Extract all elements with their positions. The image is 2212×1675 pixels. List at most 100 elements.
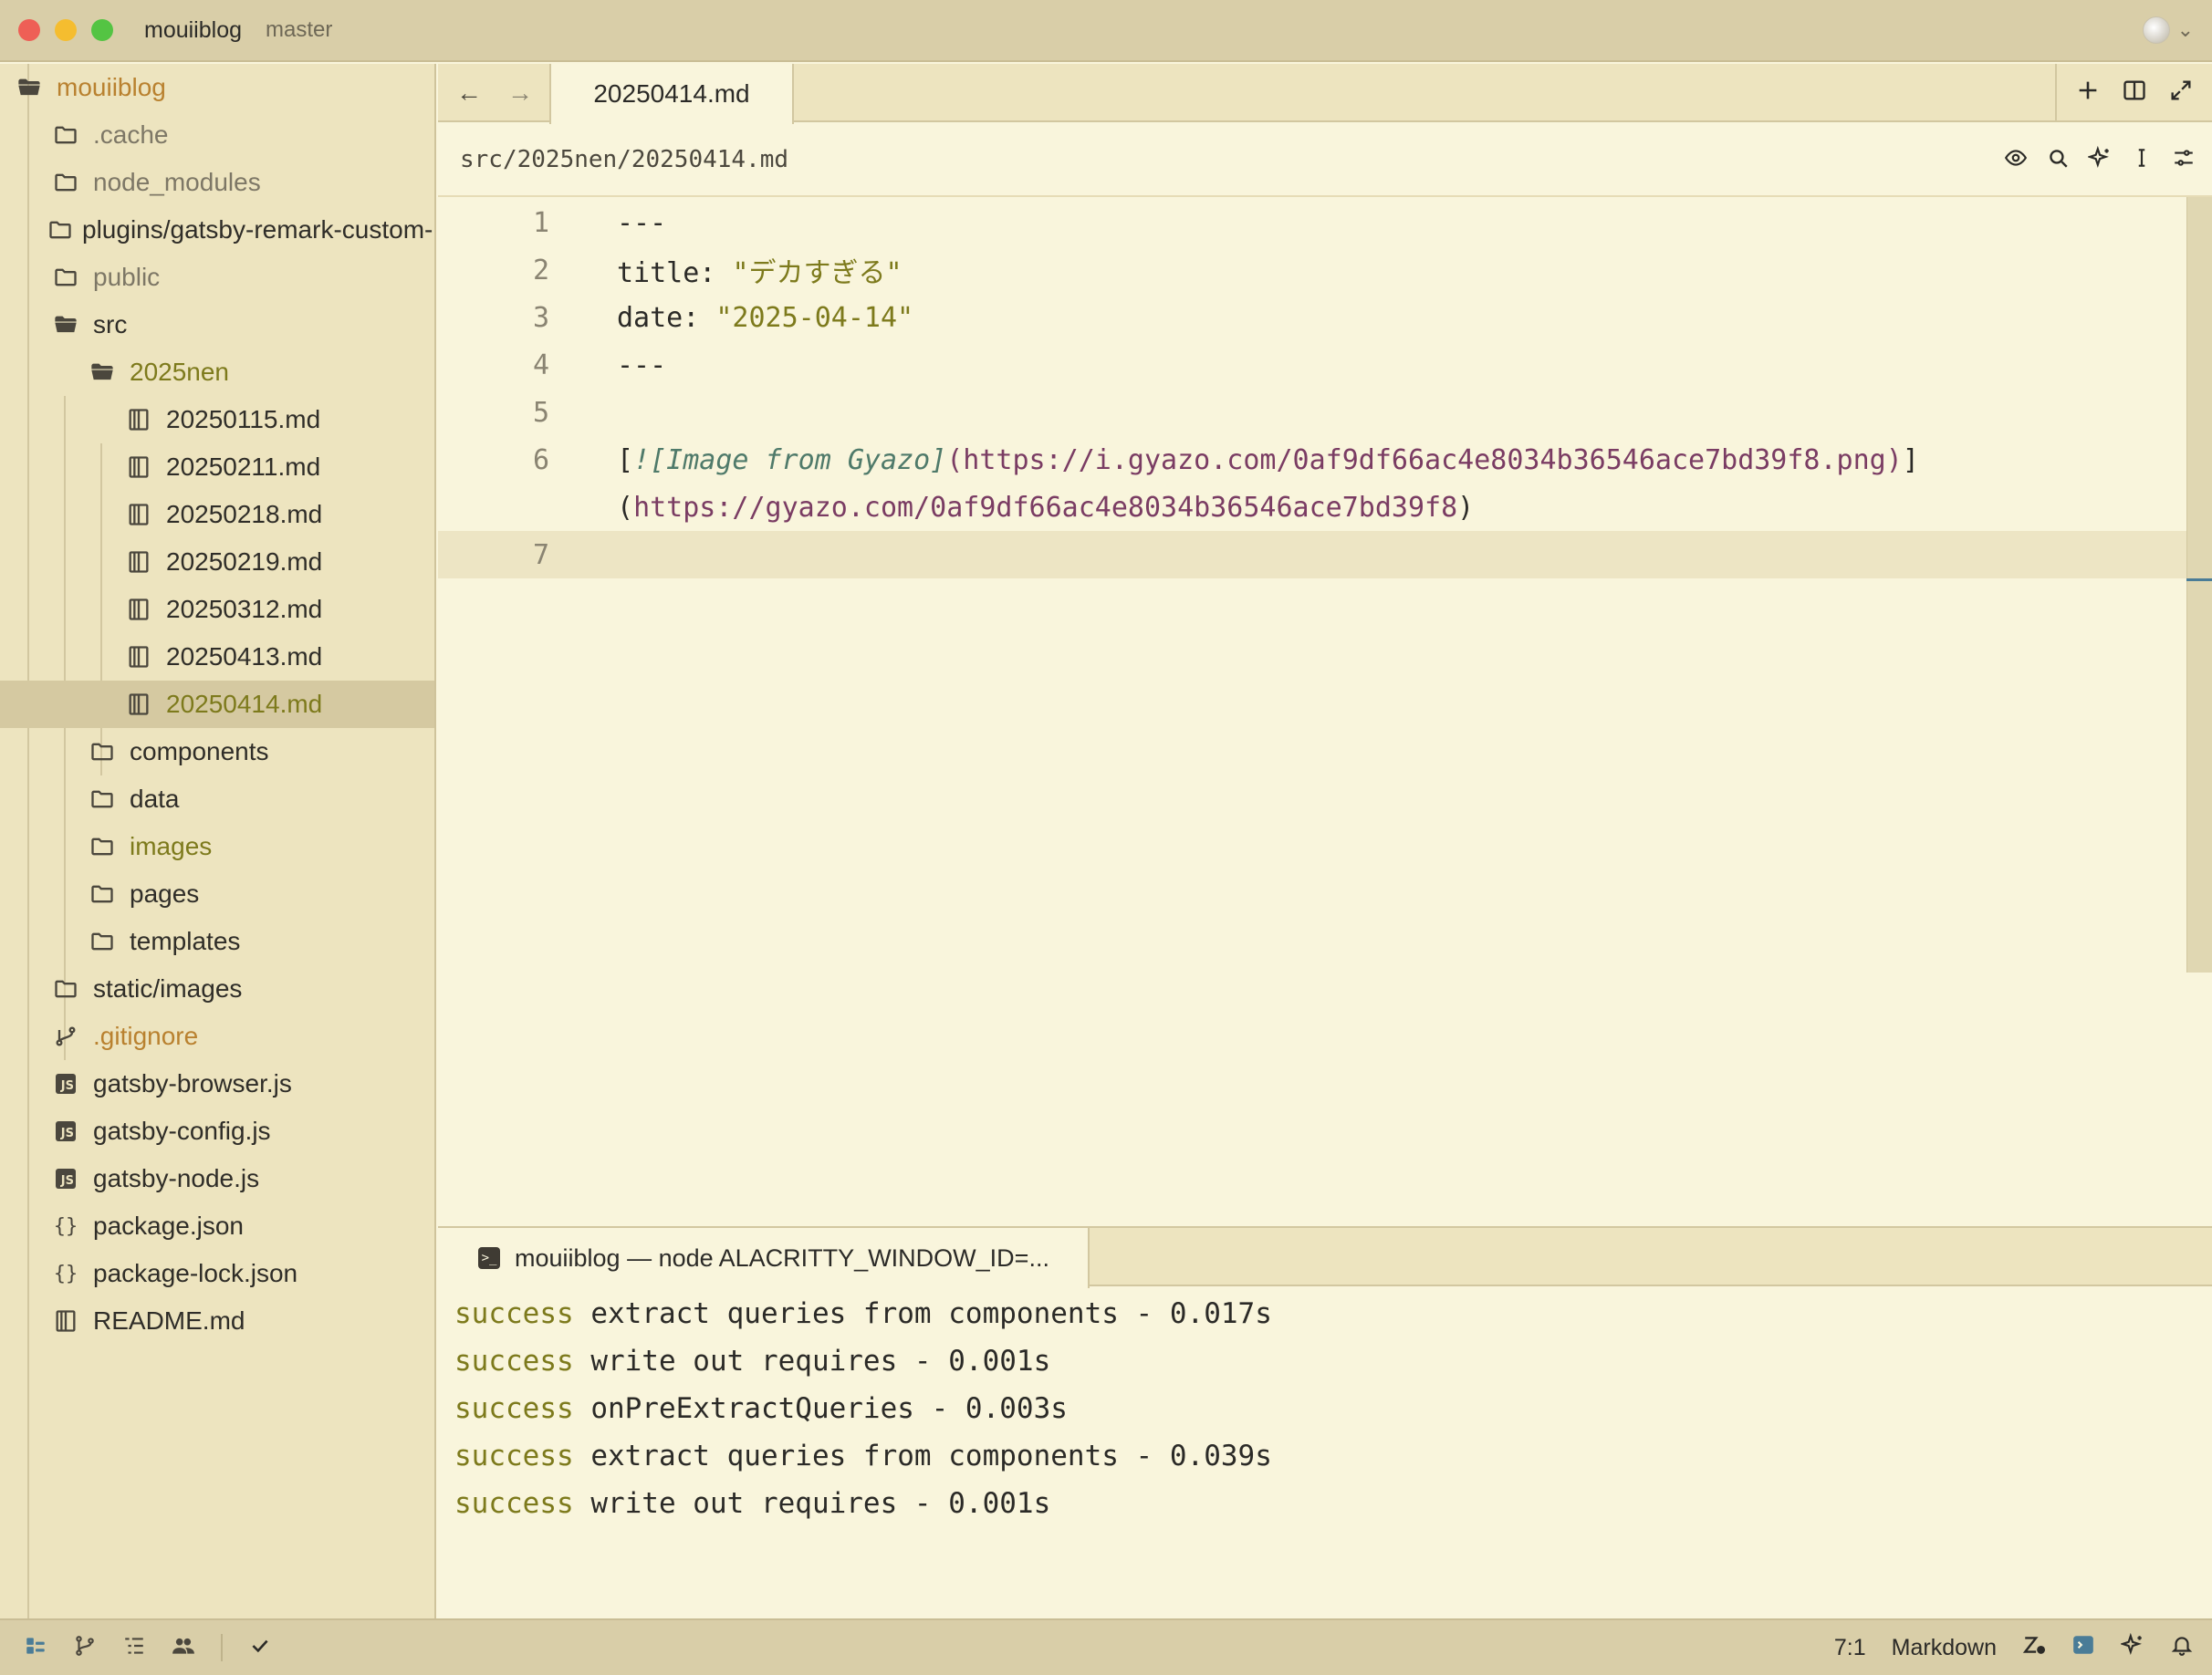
terminal-status: success — [454, 1440, 574, 1472]
status-bar: 7:1 Markdown — [0, 1618, 2212, 1675]
terminal-line: success write out requires - 0.001s — [454, 1337, 1272, 1385]
expand-icon[interactable] — [2168, 78, 2194, 109]
folder-icon — [47, 265, 84, 290]
terminal-text: onPreExtractQueries - 0.003s — [573, 1392, 1068, 1425]
language-mode[interactable]: Markdown — [1892, 1635, 1997, 1661]
tree-item[interactable]: data — [0, 775, 434, 823]
zed-predict-icon[interactable] — [2022, 1633, 2046, 1663]
branch-name[interactable]: master — [266, 17, 332, 43]
editor-pane: ← → 20250414.md src/2025nen/20250414.md — [438, 64, 2212, 1226]
tree-item[interactable]: public — [0, 254, 434, 301]
tree-item-label: gatsby-browser.js — [93, 1069, 292, 1098]
tree-item-label: 2025nen — [130, 358, 230, 386]
terminal-text: write out requires - 0.001s — [573, 1487, 1051, 1520]
tree-item-label: pages — [130, 879, 200, 908]
tree-item[interactable]: .cache — [0, 111, 434, 159]
tree-item[interactable]: 20250413.md — [0, 633, 434, 681]
project-panel-icon[interactable] — [24, 1634, 47, 1662]
eye-icon[interactable] — [2004, 146, 2028, 174]
plus-icon[interactable] — [2075, 78, 2101, 109]
text-cursor-icon[interactable] — [2130, 146, 2154, 174]
code-area[interactable]: 1 --- 2 title: "デカすぎる" 3 date: "2025-04-14" 4 -… — [438, 199, 2186, 1226]
line-number: 5 — [532, 396, 549, 429]
tree-item[interactable]: 2025nen — [0, 349, 434, 396]
code-line[interactable]: 2 title: "デカすぎる" — [438, 246, 2186, 294]
tab-20250414-md[interactable]: 20250414.md — [549, 64, 794, 124]
folder-icon — [47, 976, 84, 1002]
folder-icon — [84, 739, 120, 765]
split-pane-icon[interactable] — [2122, 78, 2147, 109]
line-text: date: "2025-04-14" — [617, 302, 913, 334]
code-line[interactable]: 7 — [438, 531, 2186, 578]
sliders-icon[interactable] — [2172, 146, 2196, 174]
terminal-line: success extract queries from components … — [454, 1290, 1272, 1337]
folder-icon — [47, 122, 84, 148]
tree-item[interactable]: components — [0, 728, 434, 775]
tree-item-label: static/images — [93, 974, 243, 1003]
cursor-position[interactable]: 7:1 — [1834, 1635, 1866, 1661]
tree-item[interactable]: images — [0, 823, 434, 870]
tree-item-label: README.md — [93, 1306, 245, 1335]
search-icon[interactable] — [2046, 146, 2070, 174]
back-arrow-icon[interactable]: ← — [456, 78, 482, 108]
project-panel: mouiiblog .cache node_modules plugins/gats… — [0, 64, 436, 1618]
code-line[interactable]: 4 --- — [438, 341, 2186, 389]
folder-open-icon — [47, 312, 84, 338]
tree-item[interactable]: plugins/gatsby-remark-custom-image — [0, 206, 434, 254]
sparkle-icon[interactable] — [2086, 145, 2112, 174]
check-icon[interactable] — [248, 1634, 272, 1662]
code-line[interactable]: 6 [![Image from Gyazo](https://i.gyazo.co… — [438, 436, 2186, 484]
git-branch-icon[interactable] — [73, 1634, 97, 1662]
tree-item[interactable]: static/images — [0, 965, 434, 1013]
code-line[interactable]: 3 date: "2025-04-14" — [438, 294, 2186, 341]
tree-item-label: 20250115.md — [166, 405, 321, 433]
tree-item[interactable]: 20250211.md — [0, 443, 434, 491]
bell-icon[interactable] — [2170, 1633, 2194, 1663]
project-name[interactable]: mouiiblog — [144, 17, 242, 44]
chevron-down-icon: ⌄ — [2176, 18, 2194, 41]
tree-item-label: 20250414.md — [166, 690, 323, 718]
tree-item[interactable]: README.md — [0, 1297, 434, 1345]
minimize-window-button[interactable] — [55, 19, 77, 41]
tree-root[interactable]: mouiiblog — [0, 64, 434, 111]
code-line[interactable]: 1 --- — [438, 199, 2186, 246]
tree-item[interactable]: .gitignore — [0, 1013, 434, 1060]
tree-item[interactable]: 20250115.md — [0, 396, 434, 443]
tree-item[interactable]: {} package.json — [0, 1202, 434, 1250]
tree-item[interactable]: {} package-lock.json — [0, 1250, 434, 1297]
tree-item[interactable]: 20250219.md — [0, 538, 434, 586]
close-window-button[interactable] — [18, 19, 40, 41]
line-number: 4 — [532, 349, 549, 381]
json-icon: {} — [53, 1214, 78, 1238]
tree-item[interactable]: JS gatsby-config.js — [0, 1108, 434, 1155]
tree-item[interactable]: JS gatsby-browser.js — [0, 1060, 434, 1108]
book-icon — [120, 407, 157, 432]
maximize-window-button[interactable] — [91, 19, 113, 41]
tree-item[interactable]: 20250312.md — [0, 586, 434, 633]
code-token: title: — [617, 257, 733, 289]
tree-item[interactable]: JS gatsby-node.js — [0, 1155, 434, 1202]
tree-item[interactable]: 20250218.md — [0, 491, 434, 538]
code-line[interactable]: (https://gyazo.com/0af9df66ac4e8034b3654… — [438, 484, 2186, 531]
tree-item[interactable]: src — [0, 301, 434, 349]
editor-scrollbar[interactable] — [2186, 197, 2212, 973]
user-menu[interactable]: ⌄ — [2142, 16, 2194, 44]
terminal-toggle-icon[interactable] — [2071, 1633, 2095, 1663]
avatar[interactable] — [2142, 16, 2170, 44]
assistant-icon[interactable] — [2119, 1632, 2144, 1663]
title-bar: mouiiblog master ⌄ — [0, 0, 2212, 62]
forward-arrow-icon[interactable]: → — [507, 78, 533, 108]
terminal-output[interactable]: success extract queries from components … — [454, 1290, 1272, 1527]
code-line[interactable]: 5 — [438, 389, 2186, 436]
line-number: 3 — [532, 301, 549, 334]
terminal-tab[interactable]: >_ mouiiblog — node ALACRITTY_WINDOW_ID=… — [438, 1228, 1090, 1288]
collaborators-icon[interactable] — [172, 1634, 195, 1662]
terminal-icon: >_ — [478, 1247, 500, 1269]
tree-item[interactable]: templates — [0, 918, 434, 965]
outline-icon[interactable] — [122, 1634, 146, 1662]
tree-item[interactable]: 20250414.md — [0, 681, 434, 728]
breadcrumb[interactable]: src/2025nen/20250414.md — [460, 146, 788, 173]
tree-item[interactable]: pages — [0, 870, 434, 918]
tree-item[interactable]: node_modules — [0, 159, 434, 206]
book-icon — [47, 1308, 84, 1334]
